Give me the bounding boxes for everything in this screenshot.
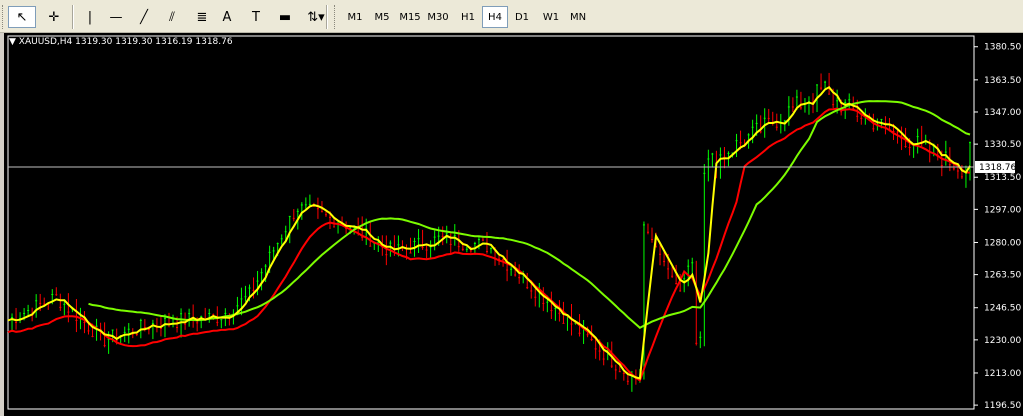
crosshair-icon[interactable]: ✛ [40, 6, 68, 28]
horizontal-line-icon[interactable]: — [106, 6, 126, 28]
chart-window[interactable]: 1380.50 1363.50 1347.00 1330.50 1313.50 1297.… [4, 33, 1023, 416]
fibonacci-icon[interactable]: ≣ [190, 6, 214, 28]
toolbar: ↖ ✛ | — ╱ ⫽ ≣ A T ▬ ⇅▾ M1 M5 M15 M30 H1 H4 D1 W1 MN [0, 0, 1023, 33]
timeframe-m1-button[interactable]: M1 [342, 6, 368, 28]
price-axis-label: 1280.00 [984, 238, 1021, 248]
price-axis-label: 1213.00 [984, 369, 1021, 379]
price-axis-label: 1347.00 [984, 108, 1021, 118]
timeframe-m30-button[interactable]: M30 [424, 6, 452, 28]
symbol-info: ▼ XAUUSD,H4 1319.30 1319.30 1316.19 1318… [9, 37, 233, 47]
timeframe-m15-button[interactable]: M15 [396, 6, 424, 28]
price-axis-label: 1246.50 [984, 304, 1021, 314]
moving-average-green [88, 100, 971, 330]
equidistant-channel-icon[interactable]: ⫽ [160, 6, 184, 28]
timeframe-w1-button[interactable]: W1 [537, 6, 565, 28]
timeframe-grip[interactable] [334, 5, 338, 29]
timeframe-m5-button[interactable]: M5 [369, 6, 395, 28]
trendline-icon[interactable]: ╱ [134, 6, 154, 28]
timeframe-h4-button[interactable]: H4 [482, 6, 508, 28]
timeframe-mn-button[interactable]: MN [565, 6, 591, 28]
rectangle-icon[interactable]: ▬ [273, 6, 297, 28]
toolbar-grip[interactable] [2, 5, 6, 29]
price-axis-label: 1313.50 [984, 173, 1021, 183]
timeframe-h1-button[interactable]: H1 [455, 6, 481, 28]
vertical-line-icon[interactable]: | [80, 6, 100, 28]
price-axis-label: 1297.00 [984, 205, 1021, 215]
toolbar-separator [72, 5, 74, 29]
price-axis-label: 1330.50 [984, 140, 1021, 150]
price-axis-label: 1263.50 [984, 271, 1021, 281]
moving-average-yellow [7, 86, 971, 380]
cursor-icon[interactable]: ↖ [8, 6, 36, 28]
price-chart[interactable]: 1380.50 1363.50 1347.00 1330.50 1313.50 1297.… [4, 33, 1023, 416]
price-axis-label: 1196.50 [984, 401, 1021, 411]
price-axis-label: 1230.00 [984, 336, 1021, 346]
text-label-icon[interactable]: T [246, 6, 266, 28]
current-price-label: 1318.76 [979, 163, 1016, 173]
price-axis-label: 1363.50 [984, 76, 1021, 86]
toolbar-separator [326, 5, 328, 29]
price-axis-label: 1380.50 [984, 43, 1021, 53]
text-icon[interactable]: A [217, 6, 237, 28]
timeframe-d1-button[interactable]: D1 [509, 6, 535, 28]
